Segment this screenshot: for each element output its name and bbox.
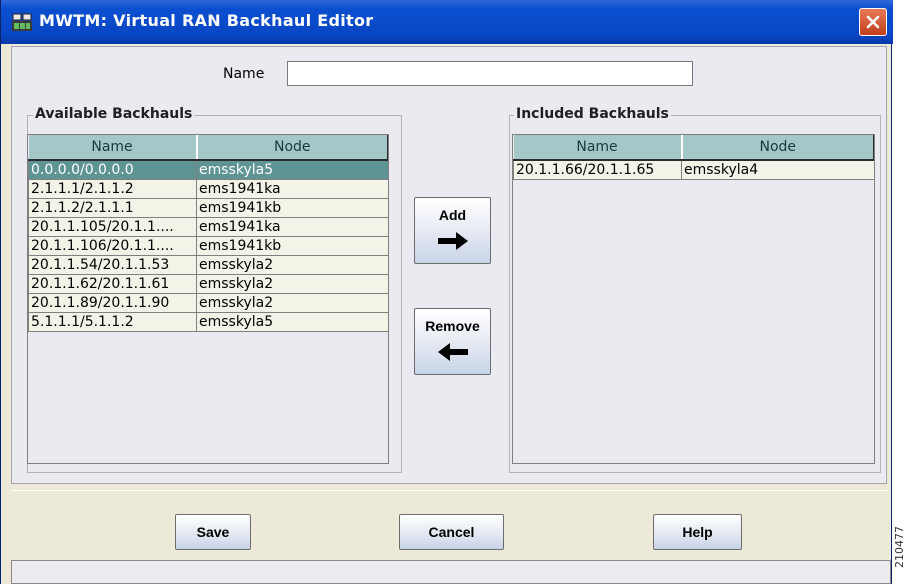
name-input[interactable] — [287, 61, 693, 86]
help-button[interactable]: Help — [653, 514, 742, 550]
table-row[interactable]: 20.1.1.89/20.1.1.90 emsskyla2 — [28, 293, 388, 313]
cell-node: ems1941ka — [196, 217, 388, 237]
cell-node: ems1941kb — [196, 236, 388, 256]
cell-name: 5.1.1.1/5.1.1.2 — [28, 312, 197, 332]
cell-name: 20.1.1.89/20.1.1.90 — [28, 293, 197, 313]
arrow-right-icon — [437, 232, 468, 250]
close-button[interactable] — [859, 8, 887, 36]
table-row[interactable]: 20.1.1.54/20.1.1.53 emsskyla2 — [28, 255, 388, 275]
title-bar[interactable]: MWTM: Virtual RAN Backhaul Editor — [1, 0, 893, 44]
table-row[interactable]: 2.1.1.1/2.1.1.2 ems1941ka — [28, 179, 388, 199]
remove-label: Remove — [425, 318, 480, 334]
figure-id: 210477 — [893, 526, 904, 568]
table-row[interactable]: 5.1.1.1/5.1.1.2 emsskyla5 — [28, 312, 388, 332]
help-label: Help — [682, 524, 713, 540]
footer-separator — [11, 490, 887, 491]
remove-button[interactable]: Remove — [414, 308, 491, 375]
cell-name: 20.1.1.66/20.1.1.65 — [513, 159, 682, 180]
cell-node: ems1941kb — [196, 198, 388, 218]
included-backhauls-list[interactable]: Name Node 20.1.1.66/20.1.1.65 emsskyla4 — [512, 134, 875, 464]
table-row[interactable]: 20.1.1.66/20.1.1.65 emsskyla4 — [513, 159, 874, 180]
cell-name: 20.1.1.54/20.1.1.53 — [28, 255, 197, 275]
cell-name: 20.1.1.106/20.1.1.... — [28, 236, 197, 256]
available-backhauls-list[interactable]: Name Node 0.0.0.0/0.0.0.0 emsskyla5 2.1.1.… — [27, 134, 389, 464]
status-bar — [11, 560, 891, 584]
add-label: Add — [438, 207, 467, 223]
cell-node: emsskyla2 — [196, 293, 388, 313]
column-header-name[interactable]: Name — [28, 135, 198, 161]
column-header-node[interactable]: Node — [681, 135, 874, 161]
save-button[interactable]: Save — [175, 514, 251, 550]
cell-node: emsskyla2 — [196, 274, 388, 294]
add-button[interactable]: Add — [414, 197, 491, 264]
name-label: Name — [223, 66, 265, 82]
table-row[interactable]: 2.1.1.2/2.1.1.1 ems1941kb — [28, 198, 388, 218]
included-backhauls-title: Included Backhauls — [514, 106, 671, 122]
cell-node: ems1941ka — [196, 179, 388, 199]
cancel-button[interactable]: Cancel — [399, 514, 504, 550]
save-label: Save — [196, 524, 230, 540]
cell-name: 20.1.1.62/20.1.1.61 — [28, 274, 197, 294]
dialog-window: MWTM: Virtual RAN Backhaul Editor Name A… — [0, 0, 893, 584]
table-row[interactable]: 20.1.1.105/20.1.1.... ems1941ka — [28, 217, 388, 237]
cell-node: emsskyla5 — [196, 312, 388, 332]
network-app-icon — [11, 12, 33, 32]
column-header-node[interactable]: Node — [196, 135, 388, 161]
cancel-label: Cancel — [428, 524, 475, 540]
column-header-name[interactable]: Name — [513, 135, 683, 161]
arrow-left-icon — [437, 343, 468, 361]
cell-name: 20.1.1.105/20.1.1.... — [28, 217, 197, 237]
table-row[interactable]: 0.0.0.0/0.0.0.0 emsskyla5 — [28, 159, 388, 180]
table-row[interactable]: 20.1.1.62/20.1.1.61 emsskyla2 — [28, 274, 388, 294]
cell-node: emsskyla5 — [196, 159, 388, 180]
cell-node: emsskyla4 — [681, 159, 874, 180]
window-title: MWTM: Virtual RAN Backhaul Editor — [39, 11, 374, 30]
available-backhauls-title: Available Backhauls — [33, 106, 195, 122]
table-row[interactable]: 20.1.1.106/20.1.1.... ems1941kb — [28, 236, 388, 256]
cell-name: 2.1.1.1/2.1.1.2 — [28, 179, 197, 199]
cell-name: 2.1.1.2/2.1.1.1 — [28, 198, 197, 218]
cell-node: emsskyla2 — [196, 255, 388, 275]
cell-name: 0.0.0.0/0.0.0.0 — [28, 159, 197, 180]
close-icon — [866, 15, 880, 29]
